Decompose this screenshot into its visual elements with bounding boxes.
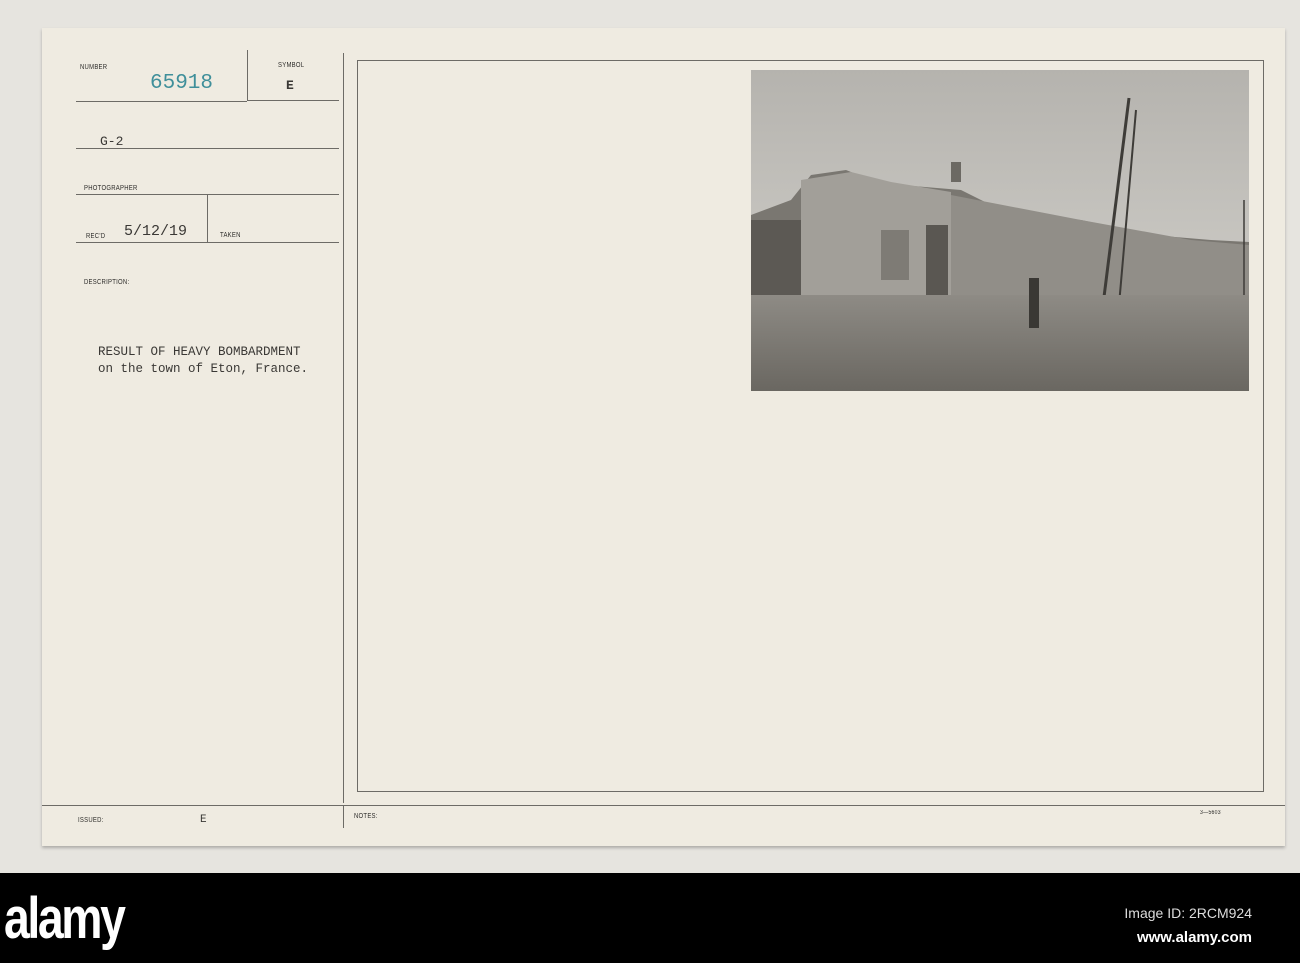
description-line-2: on the town of Eton, France. xyxy=(98,362,309,376)
description-label: DESCRIPTION: xyxy=(84,279,130,286)
issued-label: ISSUED: xyxy=(78,817,104,824)
issued-mark: E xyxy=(200,814,207,826)
source-value: G-2 xyxy=(100,134,124,149)
alamy-logo: alamy xyxy=(4,886,126,951)
number-value: 65918 xyxy=(150,72,214,95)
archive-card: NUMBER 65918 SYMBOL E G-2 PHOTOGRAPHER R… xyxy=(42,28,1285,846)
photograph xyxy=(751,70,1249,391)
symbol-value: E xyxy=(286,78,294,93)
description-line-1: RESULT OF HEAVY BOMBARDMENT xyxy=(98,345,301,359)
photographer-label: PHOTOGRAPHER xyxy=(84,185,138,192)
site-url: www.alamy.com xyxy=(1136,929,1252,946)
notes-label: NOTES: xyxy=(354,813,378,820)
form-number: 3—5603 xyxy=(1200,810,1221,816)
bombed-street-image xyxy=(751,70,1249,391)
recd-date: 5/12/19 xyxy=(124,223,188,240)
recd-label: REC'D xyxy=(86,233,106,240)
watermark-footer: alamy Image ID: 2RCM924 www.alamy.com xyxy=(0,873,1300,963)
taken-label: TAKEN xyxy=(220,232,241,239)
number-label: NUMBER xyxy=(80,64,108,71)
symbol-label: SYMBOL xyxy=(278,62,305,69)
image-id: Image ID: 2RCM924 xyxy=(1124,905,1252,921)
